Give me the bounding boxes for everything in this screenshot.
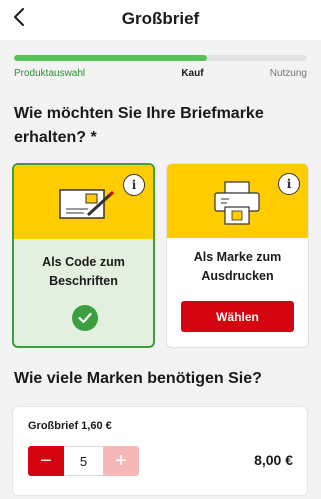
letter-code-icon — [59, 189, 115, 219]
progress-bar — [14, 55, 307, 61]
option-print-label: Als Marke zum Ausdrucken — [193, 250, 282, 283]
step-purchase: Kauf — [181, 68, 204, 79]
decrement-button[interactable]: − — [28, 446, 64, 476]
quantity-input[interactable] — [64, 446, 103, 476]
option-code-label: Als Code zum Beschriften — [42, 255, 125, 288]
quantity-card: Großbrief 1,60 € − + 8,00 € — [12, 406, 308, 496]
step-product-selection: Produktauswahl — [14, 68, 86, 79]
delivery-question: Wie möchten Sie Ihre Briefmarke erhalten… — [14, 105, 264, 146]
increment-button[interactable]: + — [103, 446, 139, 476]
option-code-header: i — [14, 165, 153, 239]
option-print-header: i — [167, 164, 308, 238]
step-usage: Nutzung — [269, 68, 307, 79]
page-title: Großbrief — [121, 9, 200, 28]
check-icon — [72, 305, 98, 331]
product-price-label: Großbrief 1,60 € — [28, 420, 112, 432]
info-icon[interactable]: i — [278, 173, 300, 195]
quantity-question: Wie viele Marken benötigen Sie? — [14, 370, 262, 387]
quantity-stepper: − + — [28, 446, 139, 476]
info-icon[interactable]: i — [123, 174, 145, 196]
app-header: Großbrief — [0, 0, 321, 40]
option-code-card[interactable]: i Als Code zum Beschriften — [12, 163, 155, 348]
progress-steps: Produktauswahl Kauf Nutzung — [14, 68, 307, 79]
option-print-card[interactable]: i Als Marke zum Ausdrucken Wählen — [166, 163, 309, 348]
choose-button[interactable]: Wählen — [181, 301, 294, 332]
progress-fill — [14, 55, 208, 61]
total-price: 8,00 € — [254, 452, 293, 468]
printer-icon — [214, 181, 260, 225]
